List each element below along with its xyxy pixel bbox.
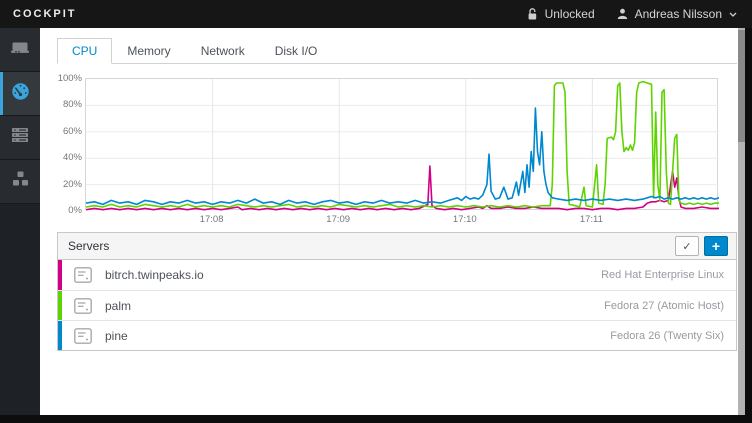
tab-cpu[interactable]: CPU xyxy=(57,38,112,64)
cluster-topology-icon xyxy=(11,170,30,193)
page-scrollbar xyxy=(738,28,745,415)
servers-panel: Servers ✓ + xyxy=(57,232,737,351)
edit-servers-button[interactable]: ✓ xyxy=(675,236,699,256)
scrollbar-thumb[interactable] xyxy=(738,30,745,142)
tab-memory[interactable]: Memory xyxy=(112,38,185,64)
server-os: Fedora 26 (Twenty Six) xyxy=(610,330,736,342)
sidebar-nav xyxy=(0,28,40,415)
cpu-usage-chart: 100% 80% 60% 40% 20% 0% 17:08 17:09 17:1… xyxy=(57,70,737,230)
topbar-right: Unlocked Andreas Nilsson xyxy=(527,7,739,21)
server-icon xyxy=(73,296,93,316)
lock-status-label: Unlocked xyxy=(545,7,595,21)
server-row-pine[interactable]: pine Fedora 26 (Twenty Six) xyxy=(58,320,736,350)
cpu-series-plot xyxy=(86,79,719,211)
sidebar-item-servers[interactable] xyxy=(0,116,40,160)
plus-icon: + xyxy=(712,239,720,253)
add-server-button[interactable]: + xyxy=(704,236,728,256)
server-stack-icon xyxy=(10,126,30,149)
resource-tabs: CPU Memory Network Disk I/O xyxy=(57,38,737,64)
server-icon xyxy=(73,265,93,285)
user-icon xyxy=(617,8,628,20)
tab-network[interactable]: Network xyxy=(186,38,260,64)
y-axis-tick: 60% xyxy=(57,126,82,137)
sidebar-item-host[interactable] xyxy=(0,28,40,72)
server-os: Fedora 27 (Atomic Host) xyxy=(604,300,736,312)
server-name: palm xyxy=(105,299,131,313)
x-axis-tick: 17:11 xyxy=(580,214,603,225)
unlocked-padlock-icon xyxy=(527,8,538,21)
servers-panel-title: Servers xyxy=(68,239,109,253)
servers-panel-actions: ✓ + xyxy=(675,236,728,256)
y-axis-tick: 100% xyxy=(57,73,82,84)
cockpit-logo: COCKPIT xyxy=(13,8,77,20)
servers-panel-header: Servers ✓ + xyxy=(58,233,736,260)
dashboard-page: CPU Memory Network Disk I/O 100% 80% 60%… xyxy=(40,28,738,415)
server-name: pine xyxy=(105,329,128,343)
plot-area xyxy=(85,78,718,210)
series-color-bar xyxy=(58,291,62,320)
top-bar: COCKPIT Unlocked Andreas N xyxy=(0,0,752,28)
user-menu[interactable]: Andreas Nilsson xyxy=(617,7,737,21)
host-icon xyxy=(10,38,30,61)
x-axis-tick: 17:09 xyxy=(326,214,350,225)
x-axis-tick: 17:08 xyxy=(200,214,224,225)
y-axis-tick: 40% xyxy=(57,152,82,163)
cockpit-window: COCKPIT Unlocked Andreas N xyxy=(0,0,752,423)
dashboard-gauge-icon xyxy=(11,82,30,106)
sidebar-item-dashboard[interactable] xyxy=(0,72,40,116)
server-name: bitrch.twinpeaks.io xyxy=(105,268,204,282)
server-icon xyxy=(73,326,93,346)
x-axis-tick: 17:10 xyxy=(453,214,477,225)
server-row-palm[interactable]: palm Fedora 27 (Atomic Host) xyxy=(58,290,736,320)
y-axis-tick: 20% xyxy=(57,179,82,190)
tab-disk-io[interactable]: Disk I/O xyxy=(260,38,333,64)
server-os: Red Hat Enterprise Linux xyxy=(601,269,736,281)
lock-status[interactable]: Unlocked xyxy=(527,7,595,21)
check-icon: ✓ xyxy=(682,240,691,253)
chevron-down-icon xyxy=(729,12,737,17)
server-row-bitrch[interactable]: bitrch.twinpeaks.io Red Hat Enterprise L… xyxy=(58,260,736,290)
y-axis-tick: 80% xyxy=(57,99,82,110)
sidebar-item-cluster[interactable] xyxy=(0,160,40,204)
user-name: Andreas Nilsson xyxy=(635,7,722,21)
y-axis-tick: 0% xyxy=(57,205,82,216)
series-color-bar xyxy=(58,260,62,290)
series-color-bar xyxy=(58,321,62,350)
